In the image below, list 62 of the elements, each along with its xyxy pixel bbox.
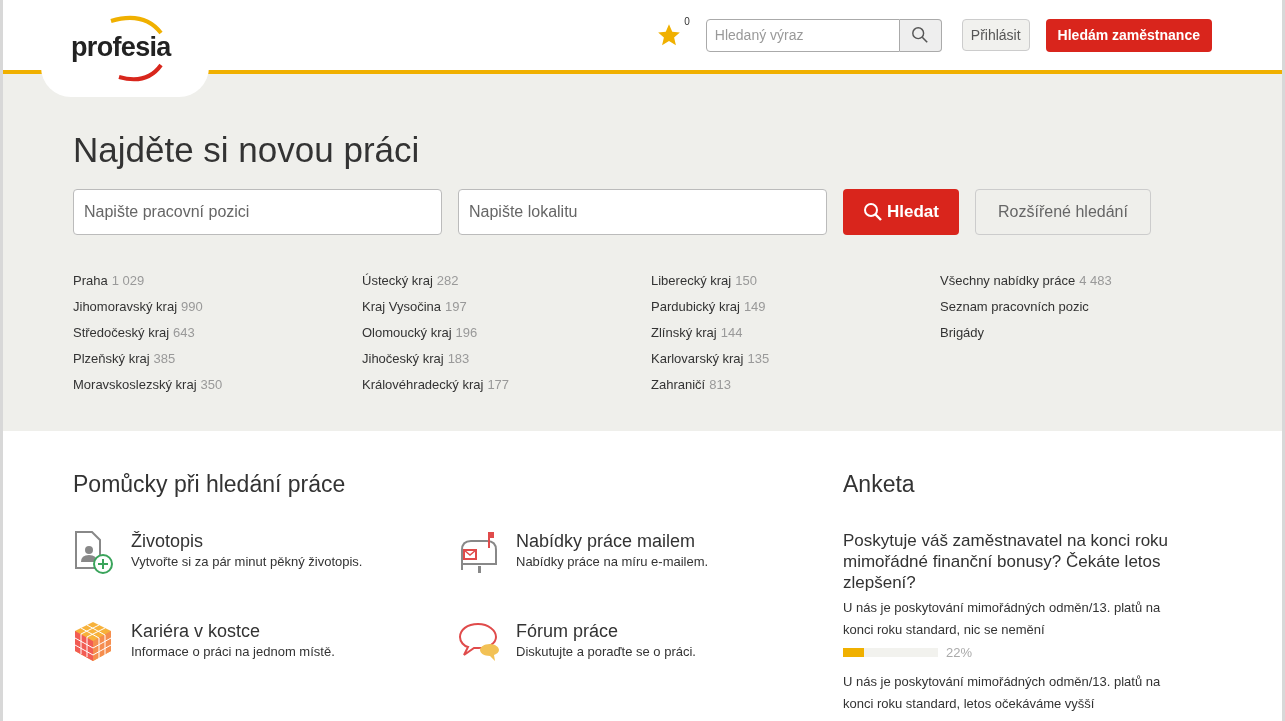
tool-link[interactable]: Kariéra v kostce [131,619,335,642]
job-count: 150 [735,272,757,290]
job-count: 177 [487,376,510,394]
section-heading: Anketa [843,470,916,499]
search-button[interactable]: Hledat [843,189,959,235]
login-button[interactable]: Přihlásit [961,19,1030,51]
search-icon [863,202,883,222]
tool-link[interactable]: Fórum práce [516,619,696,642]
poll-answer[interactable]: U nás je poskytování mimořádných odměn/13. platů na konci roku standard, letos očekáváme vyšší [843,670,1183,715]
logo[interactable]: profesia [69,10,181,87]
region-link[interactable]: Jihomoravský kraj [73,297,178,316]
region-link[interactable]: Pardubický kraj [651,297,740,316]
tool-link[interactable]: Životopis [131,529,363,552]
tool-description: Informace o práci na jednom místě. [131,642,335,661]
tool-description: Nabídky práce na míru e-mailem. [516,552,709,571]
employer-button[interactable]: Hledám zaměstnance [1045,18,1212,52]
favorites-count: 0 [684,15,690,29]
job-count: 196 [455,324,478,342]
region-link[interactable]: Jihočeský kraj [362,349,444,368]
region-link[interactable]: Zahraničí [651,375,706,394]
search-icon [911,26,930,44]
advanced-search-button[interactable]: Rozšířené hledání [975,189,1151,235]
job-count: 1 029 [111,272,145,290]
tool-description: Vytvořte si za pár minut pěkný životopis. [131,552,363,571]
job-count: 4 483 [1079,272,1112,290]
poll-percent: 22% [946,643,973,662]
region-link[interactable]: Karlovarský kraj [651,349,744,368]
region-link[interactable]: Brigády [940,323,985,342]
region-link[interactable]: Moravskoslezský kraj [73,375,197,394]
region-link[interactable]: Plzeňský kraj [73,349,150,368]
job-count: 350 [200,376,223,394]
tool-description: Diskutujte a poraďte se o práci. [516,642,696,661]
region-link[interactable]: Všechny nabídky práce [940,271,1076,290]
region-link[interactable]: Olomoucký kraj [362,323,452,342]
job-count: 990 [181,298,203,316]
job-count: 197 [445,298,467,316]
poll-answer[interactable]: U nás je poskytování mimořádných odměn/13. platů na konci roku standard, nic se nemění [843,596,1183,641]
job-count: 144 [720,324,743,342]
job-count: 813 [709,376,731,394]
job-count: 149 [743,298,766,316]
search-button[interactable] [899,18,942,52]
search-field[interactable]: Hledaný výraz [705,18,900,52]
section-heading: Pomůcky při hledání práce [73,470,347,499]
region-link[interactable]: Seznam pracovních pozic [940,297,1089,316]
region-link[interactable]: Královéhradecký kraj [362,375,484,394]
region-link[interactable]: Zlínský kraj [651,323,717,342]
region-link[interactable]: Praha [73,271,108,290]
job-count: 643 [173,324,195,342]
tool-link[interactable]: Nabídky práce mailem [516,529,709,552]
page-heading: Najděte si novou práci [73,132,421,167]
poll-question: Poskytuje váš zaměstnavatel na konci roku mimořádné finanční bonusy? Čekáte letos zlepšení? [843,529,1170,593]
job-count: 385 [153,350,176,368]
job-count: 135 [747,350,770,368]
star-icon [655,22,682,48]
position-field[interactable]: Napište pracovní pozici [73,189,442,235]
region-link[interactable]: Ústecký kraj [362,271,433,290]
location-field[interactable]: Napište lokalitu [458,189,827,235]
job-count: 282 [436,272,459,290]
region-link[interactable]: Kraj Vysočina [362,297,441,316]
region-link[interactable]: Liberecký kraj [651,271,732,290]
region-link[interactable]: Středočeský kraj [73,323,170,342]
job-count: 183 [447,350,470,368]
